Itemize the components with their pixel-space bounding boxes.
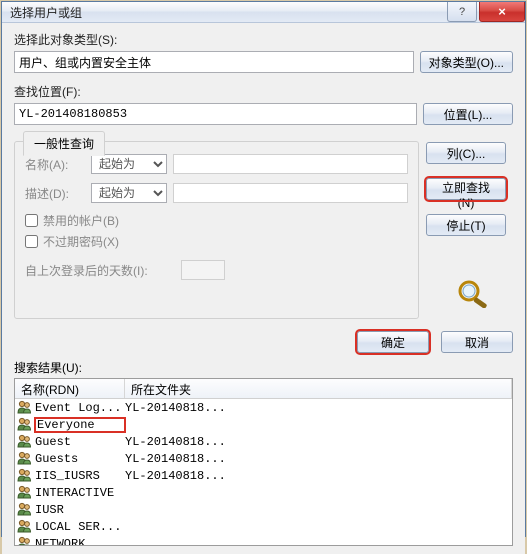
dialog-content: 选择此对象类型(S): 对象类型(O)... 查找位置(F): 位置(L)...… xyxy=(2,23,525,554)
column-header-folder[interactable]: 所在文件夹 xyxy=(125,379,512,398)
cancel-button[interactable]: 取消 xyxy=(441,331,513,353)
find-now-button[interactable]: 立即查找(N) xyxy=(426,178,506,200)
table-row[interactable]: Everyone xyxy=(15,416,512,433)
principal-icon xyxy=(17,519,35,534)
result-folder: YL-20140818... xyxy=(125,435,512,449)
dialog-window: 选择用户或组 ? × 选择此对象类型(S): 对象类型(O)... 查找位置(F… xyxy=(1,1,526,537)
desc-input[interactable] xyxy=(173,183,408,203)
results-header: 名称(RDN) 所在文件夹 xyxy=(15,379,512,399)
location-field[interactable] xyxy=(14,103,417,125)
table-row[interactable]: IUSR xyxy=(15,501,512,518)
query-groupbox: 一般性查询 名称(A): 起始为 描述(D): 起始为 禁用的帐户( xyxy=(14,141,419,319)
results-body[interactable]: Event Log...YL-20140818...EveryoneGuestY… xyxy=(15,399,512,545)
tab-common-queries[interactable]: 一般性查询 xyxy=(23,131,105,156)
location-label: 查找位置(F): xyxy=(14,83,513,100)
results-listview[interactable]: 名称(RDN) 所在文件夹 Event Log...YL-20140818...… xyxy=(14,378,513,546)
principal-icon xyxy=(17,417,35,432)
principal-icon xyxy=(17,502,35,517)
result-folder: YL-20140818... xyxy=(125,452,512,466)
principal-icon xyxy=(17,434,35,449)
result-name: Guest xyxy=(35,435,125,449)
ok-button[interactable]: 确定 xyxy=(357,331,429,353)
never-expire-label: 不过期密码(X) xyxy=(43,233,119,250)
principal-icon xyxy=(17,468,35,483)
stop-button[interactable]: 停止(T) xyxy=(426,214,506,236)
table-row[interactable]: Event Log...YL-20140818... xyxy=(15,399,512,416)
disabled-accounts-label: 禁用的帐户(B) xyxy=(43,212,119,229)
right-button-column: 列(C)... 立即查找(N) 停止(T) xyxy=(426,142,506,236)
object-types-button[interactable]: 对象类型(O)... xyxy=(420,51,513,73)
result-name: Everyone xyxy=(35,418,125,432)
locations-button[interactable]: 位置(L)... xyxy=(423,103,513,125)
object-type-field[interactable] xyxy=(14,51,414,73)
result-name: IIS_IUSRS xyxy=(35,469,125,483)
principal-icon xyxy=(17,400,35,415)
results-label: 搜索结果(U): xyxy=(14,359,513,376)
table-row[interactable]: GuestsYL-20140818... xyxy=(15,450,512,467)
result-name: Guests xyxy=(35,452,125,466)
name-label: 名称(A): xyxy=(25,156,85,173)
result-folder: YL-20140818... xyxy=(125,469,512,483)
column-header-name[interactable]: 名称(RDN) xyxy=(15,379,125,398)
table-row[interactable]: LOCAL SER... xyxy=(15,518,512,535)
name-mode-select[interactable]: 起始为 xyxy=(91,154,167,174)
disabled-accounts-checkbox[interactable] xyxy=(25,214,38,227)
name-input[interactable] xyxy=(173,154,408,174)
help-button[interactable]: ? xyxy=(447,2,477,22)
titlebar[interactable]: 选择用户或组 ? × xyxy=(2,2,525,23)
result-folder: YL-20140818... xyxy=(125,401,512,415)
desc-mode-select[interactable]: 起始为 xyxy=(91,183,167,203)
desc-label: 描述(D): xyxy=(25,185,85,202)
window-title: 选择用户或组 xyxy=(10,4,445,21)
table-row[interactable]: INTERACTIVE xyxy=(15,484,512,501)
magnifier-icon xyxy=(452,278,496,308)
table-row[interactable]: IIS_IUSRSYL-20140818... xyxy=(15,467,512,484)
result-name: Event Log... xyxy=(35,401,125,415)
days-since-logon-input[interactable] xyxy=(181,260,225,280)
days-since-logon-label: 自上次登录后的天数(I): xyxy=(25,262,175,279)
principal-icon xyxy=(17,536,35,545)
table-row[interactable]: GuestYL-20140818... xyxy=(15,433,512,450)
result-name: IUSR xyxy=(35,503,125,517)
principal-icon xyxy=(17,485,35,500)
principal-icon xyxy=(17,451,35,466)
table-row[interactable]: NETWORK xyxy=(15,535,512,545)
result-name: INTERACTIVE xyxy=(35,486,125,500)
close-button[interactable]: × xyxy=(479,2,525,22)
object-type-label: 选择此对象类型(S): xyxy=(14,31,513,48)
never-expire-checkbox[interactable] xyxy=(25,235,38,248)
result-name: LOCAL SER... xyxy=(35,520,125,534)
columns-button[interactable]: 列(C)... xyxy=(426,142,506,164)
